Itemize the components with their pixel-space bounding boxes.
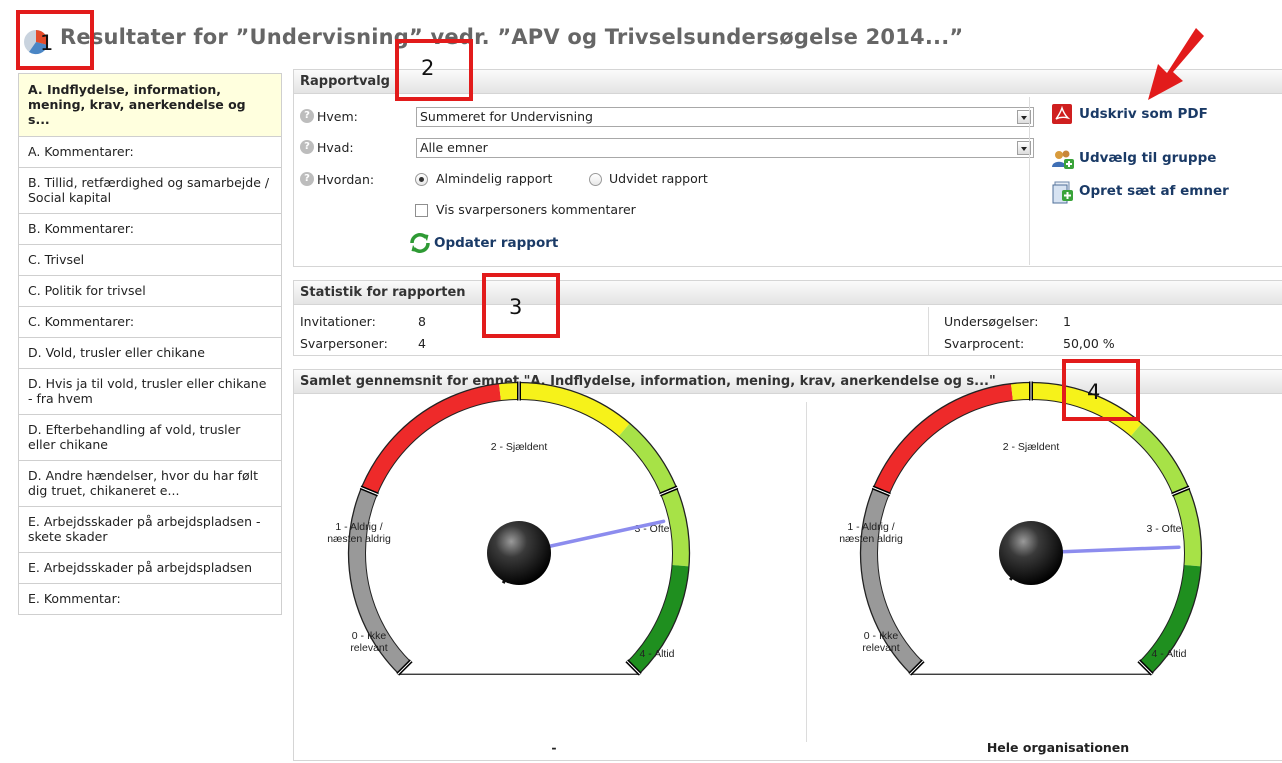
gauge: 0 - Ikkerelevant 1 - Aldrig /næsten aldri… xyxy=(327,381,691,676)
gauge-caption-left: - xyxy=(551,740,557,755)
topic-sidebar: A. Indflydelse, information, mening, kra… xyxy=(18,73,282,615)
sidebar-item[interactable]: E. Arbejdsskader på arbejdspladsen - ske… xyxy=(19,507,281,553)
svarprocent-label: Svarprocent: xyxy=(944,336,1025,351)
sidebar-item[interactable]: D. Hvis ja til vold, trusler eller chika… xyxy=(19,369,281,415)
marker-number-4: 4 xyxy=(1087,380,1101,404)
sidebar-item[interactable]: C. Politik for trivsel xyxy=(19,276,281,307)
gauge-knob xyxy=(487,521,551,585)
hvad-select[interactable]: Alle emner xyxy=(416,138,1034,158)
hvad-row: ? Hvad: Alle emner xyxy=(300,138,1050,158)
help-icon[interactable]: ? xyxy=(300,109,314,123)
marker-number-1: 1 xyxy=(40,31,54,55)
svarpersoner-value: 4 xyxy=(418,336,426,351)
gauge-scale-label: 4 - Altid xyxy=(1151,648,1186,660)
divider xyxy=(1029,97,1030,265)
sidebar-item[interactable]: B. Tillid, retfærdighed og samarbejde / … xyxy=(19,168,281,214)
invitationer-value: 8 xyxy=(418,314,426,329)
gauge-scale-label: næsten aldrig xyxy=(327,533,391,545)
udvaelg-gruppe-label: Udvælg til gruppe xyxy=(1079,150,1217,166)
sidebar-item[interactable]: D. Vold, trusler eller chikane xyxy=(19,338,281,369)
sidebar-item[interactable]: D. Efterbehandling af vold, trusler elle… xyxy=(19,415,281,461)
sidebar-item[interactable]: C. Trivsel xyxy=(19,245,281,276)
hvem-selected-value: Summeret for Undervisning xyxy=(420,109,593,124)
sidebar-item[interactable]: A. Indflydelse, information, mening, kra… xyxy=(19,74,281,137)
hvordan-row: ? Hvordan: Almindelig rapport Udvidet ra… xyxy=(300,170,1050,190)
sidebar-item[interactable]: D. Andre hændelser, hvor du har følt dig… xyxy=(19,461,281,507)
kommentarer-row: Vis svarpersoners kommentarer xyxy=(300,201,1050,221)
marker-box-1 xyxy=(16,10,94,70)
gauge-band-segment xyxy=(361,383,502,495)
vis-kommentarer-label[interactable]: Vis svarpersoners kommentarer xyxy=(436,202,636,217)
page-title: Resultater for ”Undervisning” vedr. ”APV… xyxy=(60,25,964,49)
samlet-panel: Samlet gennemsnit for emnet "A. Indflyde… xyxy=(293,369,1282,761)
statistik-panel: Statistik for rapporten Invitationer: 8 … xyxy=(293,280,1282,356)
sidebar-item[interactable]: C. Kommentarer: xyxy=(19,307,281,338)
gauge-scale-label: næsten aldrig xyxy=(839,533,903,545)
sidebar-item[interactable]: B. Kommentarer: xyxy=(19,214,281,245)
marker-number-3: 3 xyxy=(509,295,523,319)
hvad-label: Hvad: xyxy=(317,140,354,155)
gauge-band-segment xyxy=(873,383,1014,495)
opret-saet-button[interactable]: Opret sæt af emner xyxy=(1051,180,1241,204)
almindelig-radio[interactable] xyxy=(415,173,428,186)
add-group-icon xyxy=(1052,150,1074,169)
gauge-scale-label: 2 - Sjældent xyxy=(491,441,548,453)
almindelig-label[interactable]: Almindelig rapport xyxy=(436,171,552,186)
help-icon[interactable]: ? xyxy=(300,140,314,154)
opdater-rapport-label: Opdater rapport xyxy=(434,235,559,251)
sidebar-item[interactable]: A. Kommentarer: xyxy=(19,137,281,168)
opret-saet-label: Opret sæt af emner xyxy=(1079,183,1229,199)
gauge-scale-label: 1 - Aldrig / xyxy=(847,521,894,533)
pdf-icon xyxy=(1052,104,1072,124)
hvem-row: ? Hvem: Summeret for Undervisning xyxy=(300,107,1050,127)
refresh-icon xyxy=(410,233,430,253)
gauges-svg: 0 - Ikkerelevant1 - Aldrig /næsten aldri… xyxy=(327,381,1203,676)
udvidet-radio[interactable] xyxy=(589,173,602,186)
udskriv-pdf-button[interactable]: Udskriv som PDF xyxy=(1051,103,1241,127)
udskriv-pdf-label: Udskriv som PDF xyxy=(1079,106,1208,122)
gauge-caption-right: Hele organisationen xyxy=(986,740,1130,755)
gauge-scale-label: 0 - Ikke xyxy=(864,630,899,642)
hvad-selected-value: Alle emner xyxy=(420,140,488,155)
undersogelser-label: Undersøgelser: xyxy=(944,314,1039,329)
gauge-scale-label: 0 - Ikke xyxy=(352,630,387,642)
hvordan-label: Hvordan: xyxy=(317,172,375,187)
undersogelser-value: 1 xyxy=(1063,314,1071,329)
svarpersoner-label: Svarpersoner: xyxy=(300,336,388,351)
statistik-header: Statistik for rapporten xyxy=(294,281,1282,305)
divider xyxy=(928,307,929,355)
help-icon[interactable]: ? xyxy=(300,172,314,186)
gauge-scale-label: 3 - Ofte xyxy=(1146,523,1181,535)
gauge-scale-label: relevant xyxy=(862,642,899,654)
gauge-scale-label: relevant xyxy=(350,642,387,654)
gauge-knob xyxy=(999,521,1063,585)
vis-kommentarer-checkbox[interactable] xyxy=(415,204,428,217)
gauge-scale-label: 1 - Aldrig / xyxy=(335,521,382,533)
marker-number-2: 2 xyxy=(421,56,435,80)
svarprocent-value: 50,00 % xyxy=(1063,336,1115,351)
gauge-scale-label: 2 - Sjældent xyxy=(1003,441,1060,453)
sidebar-item[interactable]: E. Kommentar: xyxy=(19,584,281,615)
udvidet-label[interactable]: Udvidet rapport xyxy=(609,171,708,186)
udvaelg-gruppe-button[interactable]: Udvælg til gruppe xyxy=(1051,147,1241,171)
marker-box-4 xyxy=(1062,359,1140,421)
invitationer-label: Invitationer: xyxy=(300,314,376,329)
red-arrow-icon xyxy=(1148,28,1204,100)
sidebar-item[interactable]: E. Arbejdsskader på arbejdspladsen xyxy=(19,553,281,584)
hvem-select[interactable]: Summeret for Undervisning xyxy=(416,107,1034,127)
gauge: 0 - Ikkerelevant 1 - Aldrig /næsten aldri… xyxy=(839,381,1203,676)
add-set-icon xyxy=(1052,181,1073,204)
hvem-label: Hvem: xyxy=(317,109,358,124)
gauge-scale-label: 4 - Altid xyxy=(639,648,674,660)
